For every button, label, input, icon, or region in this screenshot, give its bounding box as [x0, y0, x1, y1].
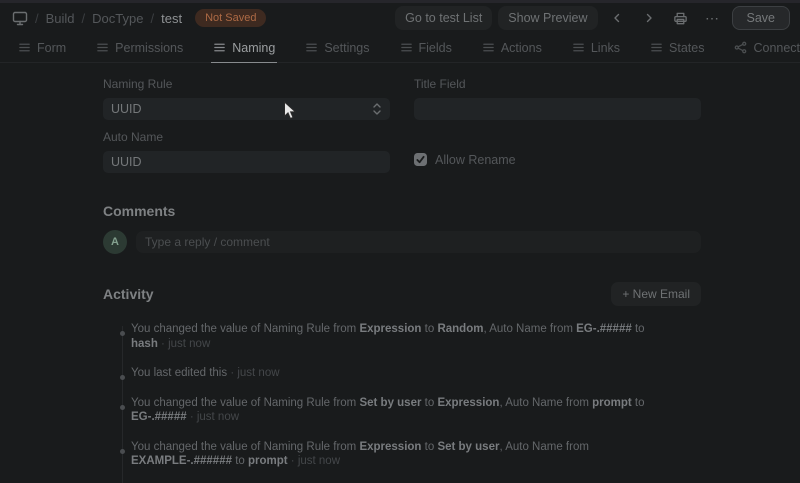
auto-name-field: Auto Name — [103, 130, 390, 173]
naming-rule-label: Naming Rule — [103, 77, 173, 91]
tab-naming[interactable]: Naming — [211, 33, 278, 63]
menu-button[interactable]: ⋯ — [700, 6, 726, 30]
select-chevrons-icon — [373, 103, 381, 115]
chevron-right-icon — [646, 13, 652, 23]
list-icon — [18, 41, 31, 54]
desk-monitor-icon[interactable] — [12, 10, 28, 26]
list-icon — [482, 41, 495, 54]
activity-timestamp: · just now — [186, 411, 240, 423]
new-email-button[interactable]: + New Email — [611, 282, 701, 306]
activity-entry: You changed the value of Naming Rule fro… — [103, 440, 701, 469]
prev-button[interactable] — [604, 6, 630, 30]
comment-box: A — [103, 230, 701, 254]
breadcrumb-separator: / — [150, 10, 155, 26]
activity-entry: You last edited this · just now — [103, 366, 701, 381]
naming-rule-select[interactable]: UUID — [103, 98, 390, 120]
breadcrumb-build[interactable]: Build — [46, 11, 75, 26]
list-icon — [400, 41, 413, 54]
tab-permissions[interactable]: Permissions — [94, 33, 185, 63]
title-field-field: Title Field — [414, 77, 701, 120]
tab-label: Fields — [418, 40, 452, 55]
allow-rename-checkbox[interactable] — [414, 153, 427, 166]
breadcrumb-current[interactable]: test — [161, 11, 182, 26]
activity-timestamp: · just now — [157, 337, 211, 350]
tab-fields[interactable]: Fields — [398, 33, 454, 63]
activity-title: Activity — [103, 286, 154, 302]
tab-label: Permissions — [115, 40, 184, 55]
print-button[interactable] — [668, 6, 694, 30]
timeline-dot-icon — [120, 448, 125, 454]
comments-title: Comments — [103, 203, 176, 219]
activity-entry-text: You last edited this · just now — [131, 367, 280, 379]
not-saved-badge: Not Saved — [195, 9, 267, 27]
tab-label: Naming — [232, 40, 276, 55]
tab-form[interactable]: Form — [16, 33, 68, 63]
tabbar: Form Permissions Naming Settings Fields Actio… — [0, 33, 800, 63]
tab-states[interactable]: States — [648, 33, 706, 63]
timeline-dot-icon — [120, 331, 125, 336]
list-icon — [305, 41, 318, 54]
list-icon — [96, 41, 109, 54]
tab-label: States — [669, 40, 705, 55]
breadcrumb: / Build / DocType / test Not Saved — [12, 9, 267, 27]
list-icon — [213, 41, 226, 54]
tab-label: Links — [590, 40, 621, 55]
naming-rule-field: Naming Rule UUID — [103, 77, 390, 120]
activity-timeline: You changed the value of Naming Rule fro… — [103, 322, 701, 483]
tab-label: Actions — [500, 40, 542, 55]
go-to-list-button[interactable]: Go to test List — [395, 6, 493, 30]
tab-label: Settings — [324, 40, 370, 55]
page-header: / Build / DocType / test Not Saved Go to… — [0, 3, 800, 33]
activity-timestamp: · just now — [287, 455, 341, 467]
activity-header: Activity + New Email — [103, 282, 701, 306]
activity-section: Activity + New Email You changed the val… — [103, 282, 701, 483]
timeline-dot-icon — [120, 375, 125, 380]
toolbar-actions: Go to test List Show Preview ⋯ Save — [395, 6, 790, 30]
list-icon — [572, 41, 585, 54]
allow-rename-label: Allow Rename — [435, 152, 516, 167]
naming-section: Naming Rule UUID Title Field Auto Name A… — [103, 77, 701, 173]
printer-icon — [674, 12, 687, 24]
activity-entry: You changed the value of Naming Rule fro… — [103, 396, 701, 425]
breadcrumb-separator: / — [81, 10, 86, 26]
chevron-left-icon — [613, 13, 619, 23]
timeline-dot-icon — [120, 404, 125, 410]
tab-settings[interactable]: Settings — [303, 33, 371, 63]
naming-rule-value: UUID — [111, 102, 142, 116]
activity-entry-text: You changed the value of Naming Rule fro… — [131, 440, 589, 468]
tab-label: Form — [37, 40, 67, 55]
tab-actions[interactable]: Actions — [480, 33, 544, 63]
activity-entry-text: You changed the value of Naming Rule fro… — [131, 323, 645, 350]
comment-input[interactable] — [136, 231, 701, 253]
title-field-label: Title Field — [414, 77, 466, 91]
form-content: Naming Rule UUID Title Field Auto Name A… — [103, 77, 701, 483]
auto-name-input[interactable] — [103, 151, 390, 173]
check-icon — [416, 155, 425, 164]
tab-label: Connections — [753, 40, 800, 55]
activity-entry: You changed the value of Naming Rule fro… — [103, 322, 701, 351]
activity-timestamp: · just now — [227, 367, 280, 379]
auto-name-label: Auto Name — [103, 130, 164, 144]
title-field-input[interactable] — [414, 98, 701, 120]
breadcrumb-separator: / — [35, 10, 39, 26]
allow-rename-field: Allow Rename — [414, 146, 701, 173]
next-button[interactable] — [636, 6, 662, 30]
connections-icon — [734, 41, 747, 54]
activity-entry-text: You changed the value of Naming Rule fro… — [131, 396, 645, 424]
ellipsis-icon: ⋯ — [705, 9, 720, 26]
breadcrumb-doctype[interactable]: DocType — [92, 11, 143, 26]
user-avatar: A — [103, 230, 127, 254]
tab-links[interactable]: Links — [570, 33, 622, 63]
show-preview-button[interactable]: Show Preview — [498, 6, 598, 30]
comments-section: Comments A — [103, 203, 701, 254]
list-icon — [650, 41, 663, 54]
save-button[interactable]: Save — [731, 6, 790, 30]
tab-connections[interactable]: Connections — [732, 33, 800, 63]
